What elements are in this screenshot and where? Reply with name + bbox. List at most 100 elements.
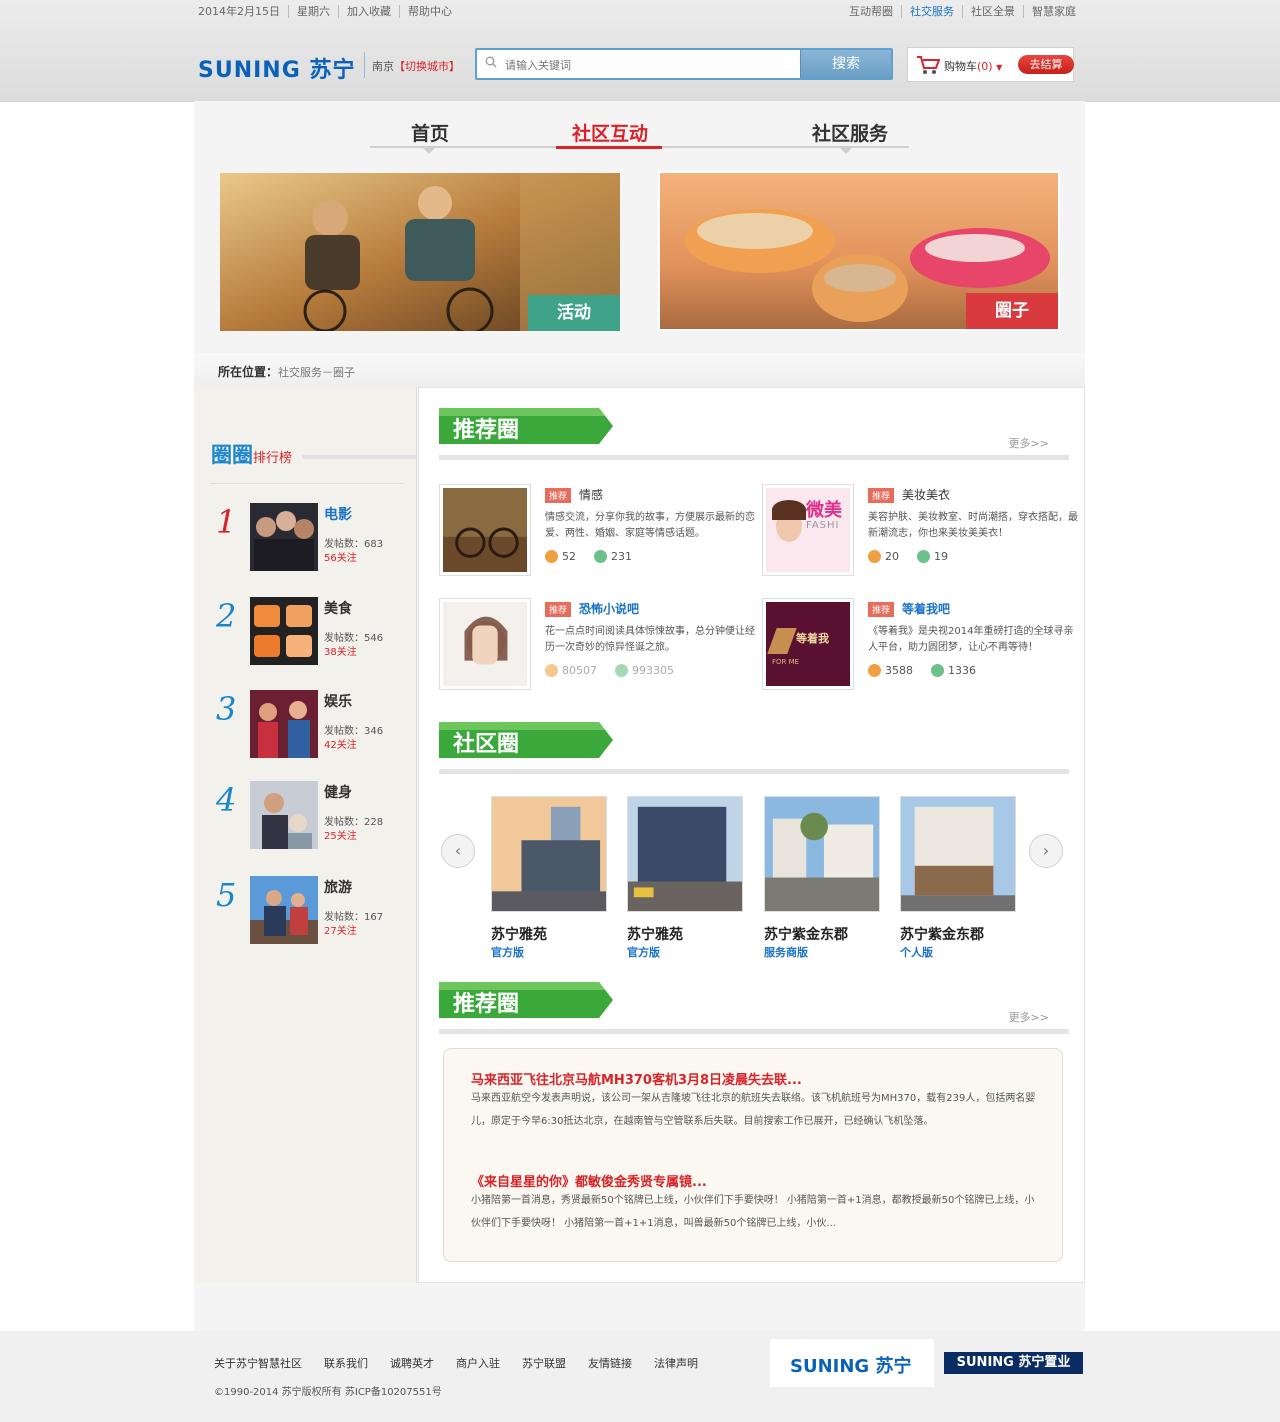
switch-city-link[interactable]: 【切换城市】	[394, 60, 460, 73]
recommend-more-link[interactable]: 更多>>	[1009, 435, 1049, 451]
community-item[interactable]: 苏宁雅苑 官方版	[627, 796, 743, 966]
ranking-title-line	[302, 455, 416, 459]
date-text: 2014年2月15日	[198, 5, 280, 18]
user-icon	[545, 664, 558, 677]
nav-community-interaction[interactable]: 社区互动	[550, 119, 670, 146]
community-carousel: ‹ 苏宁雅苑 官方版 苏宁雅苑 官方版 苏宁紫金东郡 服务商版 苏宁紫金东郡 个…	[439, 796, 1069, 971]
add-favorite-link[interactable]: 加入收藏	[338, 5, 399, 18]
footer-suning-logo[interactable]: SUNING 苏宁	[770, 1339, 934, 1387]
banner-circle-tag: 圈子	[966, 293, 1058, 329]
recommend-card[interactable]: 推荐 恐怖小说吧 花一点点时间阅读具体惊悚故事，总分钟便让经历一次奇妙的惊异怪诞…	[439, 598, 759, 696]
ranking-divider	[210, 483, 404, 484]
main-nav: 首页 社区互动 社区服务	[370, 119, 910, 154]
ranking-item[interactable]: 1 电影 发帖数：683 56关注	[216, 503, 406, 571]
card-stats: 3588 1336	[868, 664, 976, 677]
shopping-cart[interactable]: 购物车(0) ▼ 去结算	[907, 47, 1074, 82]
card-post-count: 1336	[948, 664, 976, 677]
top-link-interact[interactable]: 互动帮圈	[841, 5, 901, 18]
footer-link-merchants[interactable]: 商户入驻	[456, 1355, 500, 1371]
rank-number: 4	[216, 781, 237, 819]
ranking-name: 旅游	[324, 880, 352, 896]
section-divider	[439, 1029, 1069, 1034]
top-link-panorama[interactable]: 社区全景	[962, 5, 1023, 18]
ranking-follows: 27关注	[324, 926, 357, 937]
banner-circle[interactable]: 圈子	[658, 171, 1060, 331]
section-divider	[439, 769, 1069, 774]
card-title[interactable]: 美妆美衣	[902, 486, 950, 503]
top-link-social[interactable]: 社交服务	[901, 5, 962, 18]
help-center-link[interactable]: 帮助中心	[399, 5, 460, 18]
search-box: 搜索	[475, 48, 893, 80]
fashion-logo-sub: FASHI	[806, 520, 840, 531]
carousel-prev-button[interactable]: ‹	[441, 834, 475, 868]
footer-copyright: ©1990-2014 苏宁版权所有 苏ICP备10207551号	[214, 1387, 442, 1398]
community-type: 个人版	[900, 946, 933, 959]
waiting-logo-sub: FOR ME	[772, 658, 800, 666]
main-content: 推荐圈 更多>> 推荐 情感 情感交流，分享你我的故事，方便展示最新的恋爱、两性…	[418, 387, 1085, 1283]
nav-arrow-icon	[840, 148, 852, 154]
card-title[interactable]: 情感	[579, 486, 603, 503]
nav-arrow-icon	[423, 148, 435, 154]
card-title[interactable]: 恐怖小说吧	[579, 600, 639, 617]
ranking-follows: 25关注	[324, 831, 357, 842]
ranking-posts: 发帖数：683	[324, 539, 384, 550]
community-title: 社区圈	[453, 732, 520, 757]
footer-link-friends[interactable]: 友情链接	[588, 1355, 632, 1371]
community-item[interactable]: 苏宁紫金东郡 个人版	[900, 796, 1016, 966]
ranking-item[interactable]: 2 美食 发帖数：546 38关注	[216, 597, 406, 665]
ranking-name: 美食	[324, 601, 352, 617]
search-button[interactable]: 搜索	[800, 50, 891, 78]
recommend2-more-link[interactable]: 更多>>	[1009, 1009, 1049, 1025]
nav-active-indicator	[556, 146, 662, 149]
ranking-item[interactable]: 5 旅游 发帖数：167 27关注	[216, 876, 406, 944]
footer: 关于苏宁智慧社区 联系我们 诚聘英才 商户入驻 苏宁联盟 友情链接 法律声明 ©…	[0, 1331, 1280, 1422]
ranking-posts: 发帖数：546	[324, 633, 384, 644]
suning-logo[interactable]: SUNING 苏宁	[198, 52, 355, 84]
nav-home[interactable]: 首页	[370, 119, 490, 146]
recommend2-title: 推荐圈	[453, 992, 520, 1017]
card-desc: 《等着我》是央视2014年重磅打造的全球寻亲人平台，助力圆团梦，让心不再等待！	[868, 626, 1074, 653]
ranking-posts: 发帖数：346	[324, 726, 384, 737]
nav-community-service[interactable]: 社区服务	[790, 119, 910, 146]
footer-link-legal[interactable]: 法律声明	[654, 1355, 698, 1371]
checkout-button[interactable]: 去结算	[1018, 55, 1074, 74]
logo-divider	[364, 52, 365, 78]
news-title[interactable]: 马来西亚飞往北京马航MH370客机3月8日凌晨失去联...	[471, 1069, 802, 1088]
news-box: 马来西亚飞往北京马航MH370客机3月8日凌晨失去联... 马来西亚航空今发表声…	[443, 1048, 1063, 1262]
search-input[interactable]	[503, 54, 807, 76]
breadcrumb-text: 所在位置：社交服务－圈子	[218, 363, 355, 380]
footer-suning-realestate-logo[interactable]: SUNING 苏宁置业	[944, 1352, 1083, 1374]
card-thumb-horror	[439, 598, 531, 690]
footer-links: 关于苏宁智慧社区 联系我们 诚聘英才 商户入驻 苏宁联盟 友情链接 法律声明	[214, 1355, 698, 1371]
ranking-item[interactable]: 4 健身 发帖数：228 25关注	[216, 781, 406, 849]
footer-link-contact[interactable]: 联系我们	[324, 1355, 368, 1371]
breadcrumb-path[interactable]: 社交服务－圈子	[278, 366, 355, 379]
footer-link-careers[interactable]: 诚聘英才	[390, 1355, 434, 1371]
section-divider	[439, 455, 1069, 460]
chevron-left-icon: ‹	[454, 841, 462, 860]
community-type: 官方版	[491, 946, 524, 959]
community-name: 苏宁紫金东郡	[764, 927, 848, 943]
weekday-text: 星期六	[288, 5, 338, 18]
community-item[interactable]: 苏宁雅苑 官方版	[491, 796, 607, 966]
user-icon	[868, 664, 881, 677]
footer-link-about[interactable]: 关于苏宁智慧社区	[214, 1355, 302, 1371]
recommend-card[interactable]: 等着我 FOR ME 推荐 等着我吧 《等着我》是央视2014年重磅打造的全球寻…	[762, 598, 1082, 696]
card-user-count: 52	[562, 550, 576, 563]
breadcrumb: 所在位置：社交服务－圈子	[194, 353, 1085, 387]
ranking-title-sub: 排行榜	[253, 451, 293, 466]
ranking-item[interactable]: 3 娱乐 发帖数：346 42关注	[216, 690, 406, 758]
top-link-smart-home[interactable]: 智慧家庭	[1023, 5, 1084, 18]
recommend-card[interactable]: 微美 FASHI 推荐 美妆美衣 美容护肤、美妆教室、时尚潮搭，穿衣搭配，最新潮…	[762, 484, 1082, 582]
community-name: 苏宁雅苑	[491, 927, 547, 943]
carousel-next-button[interactable]: ›	[1029, 834, 1063, 868]
community-item[interactable]: 苏宁紫金东郡 服务商版	[764, 796, 880, 966]
news-title[interactable]: 《来自星星的你》都敏俊金秀贤专属镜...	[471, 1171, 707, 1190]
comment-icon	[931, 664, 944, 677]
ranking-thumb-food	[250, 597, 318, 665]
card-title[interactable]: 等着我吧	[902, 600, 950, 617]
community-photo	[764, 796, 880, 912]
footer-link-alliance[interactable]: 苏宁联盟	[522, 1355, 566, 1371]
recommend-card[interactable]: 推荐 情感 情感交流，分享你我的故事，方便展示最新的恋爱、两性、婚姻、家庭等情感…	[439, 484, 759, 582]
banner-activity[interactable]: 活动	[220, 173, 620, 331]
